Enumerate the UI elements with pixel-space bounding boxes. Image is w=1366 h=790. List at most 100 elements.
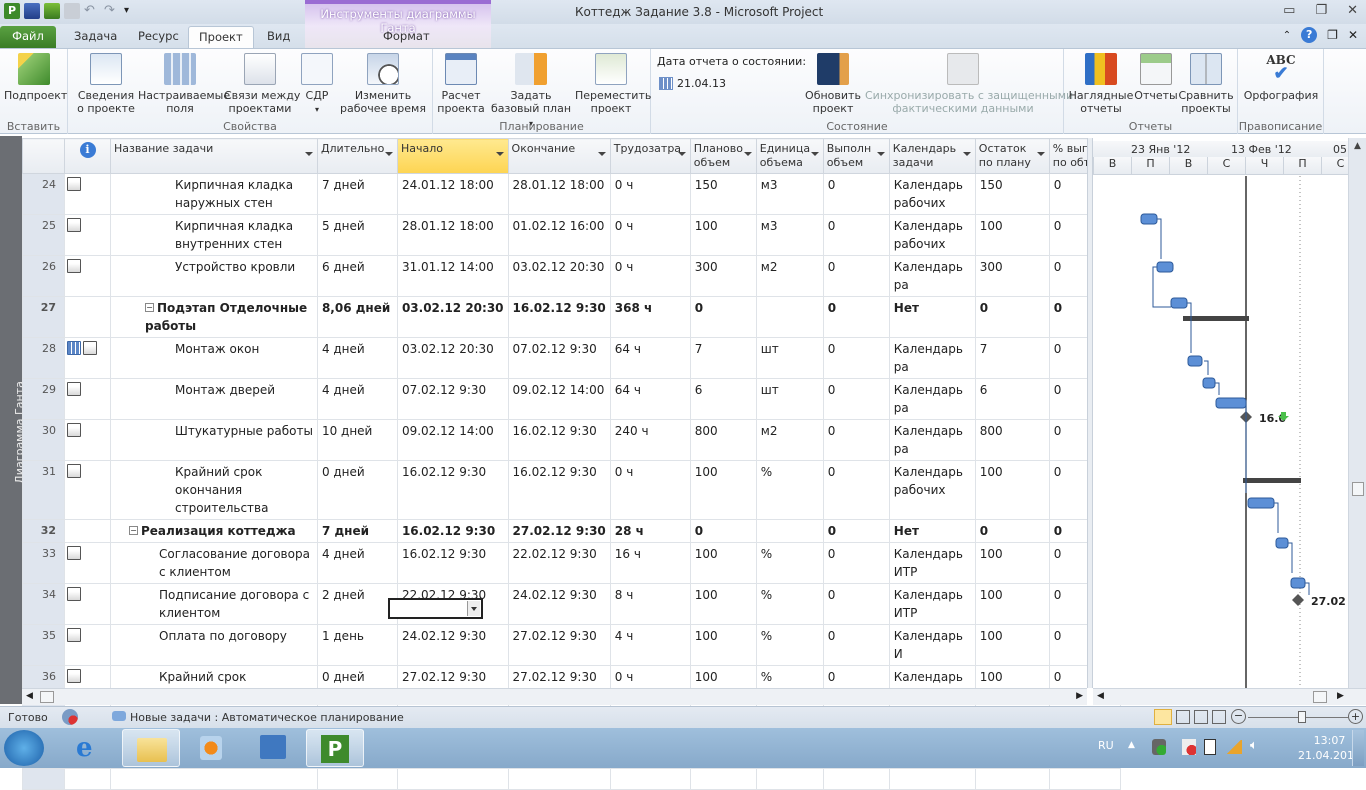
duration-cell[interactable]: 0 дней [316, 460, 398, 520]
done-volume-cell[interactable]: 0 [822, 460, 890, 520]
taskbar-explorer[interactable] [122, 729, 180, 767]
compare-projects-button[interactable]: Сравнить проекты [1178, 53, 1234, 115]
table-row[interactable]: 29 Монтаж дверей 4 дней 07.02.12 9:30 09.02.… [22, 378, 1121, 420]
duration-cell[interactable]: 5 дней [316, 214, 398, 256]
planned-volume-cell[interactable]: 300 [689, 255, 757, 297]
work-cell[interactable]: 4 ч [609, 624, 691, 666]
custom-fields-button[interactable]: Настраиваемые поля [138, 53, 230, 115]
start-cell[interactable]: 24.01.12 18:00 [396, 173, 509, 215]
gantt-view-shortcut-icon[interactable] [1154, 709, 1172, 725]
planned-volume-cell[interactable]: 100 [689, 583, 757, 625]
empty-cell[interactable] [974, 768, 1050, 790]
remaining-cell[interactable]: 7 [974, 337, 1050, 379]
task-usage-shortcut-icon[interactable] [1176, 710, 1190, 724]
empty-cell[interactable] [888, 768, 976, 790]
start-cell[interactable]: 16.02.12 9:30 [396, 542, 509, 584]
tab-format[interactable]: Формат [373, 26, 440, 48]
tab-view[interactable]: Вид [257, 26, 300, 48]
task-calendar-cell[interactable]: Календарь ИТР [888, 583, 976, 625]
finish-cell[interactable]: 16.02.12 9:30 [507, 296, 611, 338]
empty-cell[interactable] [64, 768, 111, 790]
language-indicator[interactable]: RU [1098, 739, 1114, 752]
row-id[interactable]: 31 [22, 460, 65, 520]
task-name-cell[interactable]: Устройство кровли [110, 255, 318, 297]
empty-cell[interactable] [22, 768, 65, 790]
volume-unit-cell[interactable]: шт [755, 337, 824, 379]
finish-cell[interactable]: 27.02.12 9:30 [507, 519, 611, 543]
start-cell[interactable]: 28.01.12 18:00 [396, 214, 509, 256]
volume-unit-cell[interactable] [755, 296, 824, 338]
table-row[interactable]: 32 − Реализация коттеджа 7 дней 16.02.12 9:3… [22, 519, 1121, 543]
task-name-cell[interactable]: Оплата по договору [110, 624, 318, 666]
sync-actuals-button[interactable]: Синхронизировать с защищенными фактическ… [865, 53, 1073, 115]
row-id[interactable]: 34 [22, 583, 65, 625]
task-name-cell[interactable]: − Реализация коттеджа [110, 519, 318, 543]
move-project-button[interactable]: Переместить проект [575, 53, 651, 115]
close-button[interactable]: ✕ [1347, 3, 1358, 18]
taskbar-media-player[interactable] [182, 729, 240, 767]
finish-cell[interactable]: 16.02.12 9:30 [507, 419, 611, 461]
work-cell[interactable]: 0 ч [609, 214, 691, 256]
done-volume-cell[interactable]: 0 [822, 624, 890, 666]
planned-volume-cell[interactable]: 100 [689, 542, 757, 584]
done-volume-cell[interactable]: 0 [822, 419, 890, 461]
volume-unit-cell[interactable]: % [755, 542, 824, 584]
action-center-icon[interactable] [1182, 739, 1196, 755]
finish-cell[interactable]: 03.02.12 20:30 [507, 255, 611, 297]
start-cell[interactable]: 07.02.12 9:30 [396, 378, 509, 420]
finish-cell[interactable]: 22.02.12 9:30 [507, 542, 611, 584]
network-signal-icon[interactable] [1226, 740, 1242, 754]
filter-dropdown-icon[interactable] [304, 152, 313, 156]
remaining-cell[interactable]: 0 [974, 519, 1050, 543]
start-cell[interactable]: 16.02.12 9:30 [396, 519, 509, 543]
table-row[interactable]: 25 Кирпичная кладка внутренних стен 5 дней… [22, 214, 1121, 256]
task-calendar-cell[interactable]: Календарь рабочих [888, 460, 976, 520]
gantt-horizontal-scrollbar[interactable]: ◀ ▶ [1093, 688, 1366, 705]
empty-cell[interactable] [689, 768, 757, 790]
remaining-cell[interactable]: 300 [974, 255, 1050, 297]
col-header-done-volume[interactable]: Выполн объем [822, 138, 890, 174]
table-row[interactable]: 34 Подписание договора с клиентом 2 дней 22… [22, 583, 1121, 625]
table-row[interactable]: 24 Кирпичная кладка наружных стен 7 дней 24… [22, 173, 1121, 215]
duration-cell[interactable]: 7 дней [316, 519, 398, 543]
save-icon[interactable] [24, 3, 40, 19]
done-volume-cell[interactable]: 0 [822, 214, 890, 256]
remaining-cell[interactable]: 6 [974, 378, 1050, 420]
show-desktop-button[interactable] [1352, 730, 1364, 766]
row-id[interactable]: 29 [22, 378, 65, 420]
zoom-in-button[interactable]: + [1348, 709, 1363, 724]
volume-unit-cell[interactable]: шт [755, 378, 824, 420]
filter-dropdown-icon[interactable] [962, 152, 971, 156]
reports-button[interactable]: Отчеты [1134, 53, 1178, 102]
duration-cell[interactable]: 1 день [316, 624, 398, 666]
customize-qat-icon[interactable]: ▾ [124, 3, 140, 19]
taskbar-ms-project[interactable]: P [306, 729, 364, 767]
col-header-work[interactable]: Трудозатра [609, 138, 691, 174]
show-hidden-icons[interactable]: ▲ [1128, 740, 1135, 750]
planned-volume-cell[interactable]: 0 [689, 296, 757, 338]
row-id[interactable]: 27 [22, 296, 65, 338]
planned-volume-cell[interactable]: 100 [689, 460, 757, 520]
task-name-cell[interactable]: Кирпичная кладка наружных стен [110, 173, 318, 215]
duration-cell[interactable]: 4 дней [316, 378, 398, 420]
table-row[interactable]: 26 Устройство кровли 6 дней 31.01.12 14:00 0… [22, 255, 1121, 297]
work-cell[interactable]: 64 ч [609, 378, 691, 420]
work-cell[interactable]: 0 ч [609, 255, 691, 297]
done-volume-cell[interactable]: 0 [822, 296, 890, 338]
scroll-right-icon[interactable]: ▶ [1076, 691, 1083, 701]
task-name-cell[interactable]: − Подэтап Отделочные работы [110, 296, 318, 338]
start-cell[interactable]: 24.02.12 9:30 [396, 624, 509, 666]
filter-dropdown-icon[interactable] [743, 152, 752, 156]
row-id[interactable]: 32 [22, 519, 65, 543]
empty-cell[interactable] [822, 768, 890, 790]
empty-cell[interactable] [110, 768, 318, 790]
row-id[interactable]: 24 [22, 173, 65, 215]
set-baseline-button[interactable]: Задать базовый план ▾ [489, 53, 573, 130]
task-calendar-cell[interactable]: Календарь рабочих [888, 173, 976, 215]
calculate-project-button[interactable]: Расчет проекта [437, 53, 485, 115]
row-id[interactable]: 30 [22, 419, 65, 461]
publish-icon[interactable] [44, 3, 60, 19]
project-info-button[interactable]: Сведения о проекте [76, 53, 136, 115]
col-header-planned-volume[interactable]: Планово объем [689, 138, 757, 174]
collapse-icon[interactable]: − [145, 303, 154, 312]
